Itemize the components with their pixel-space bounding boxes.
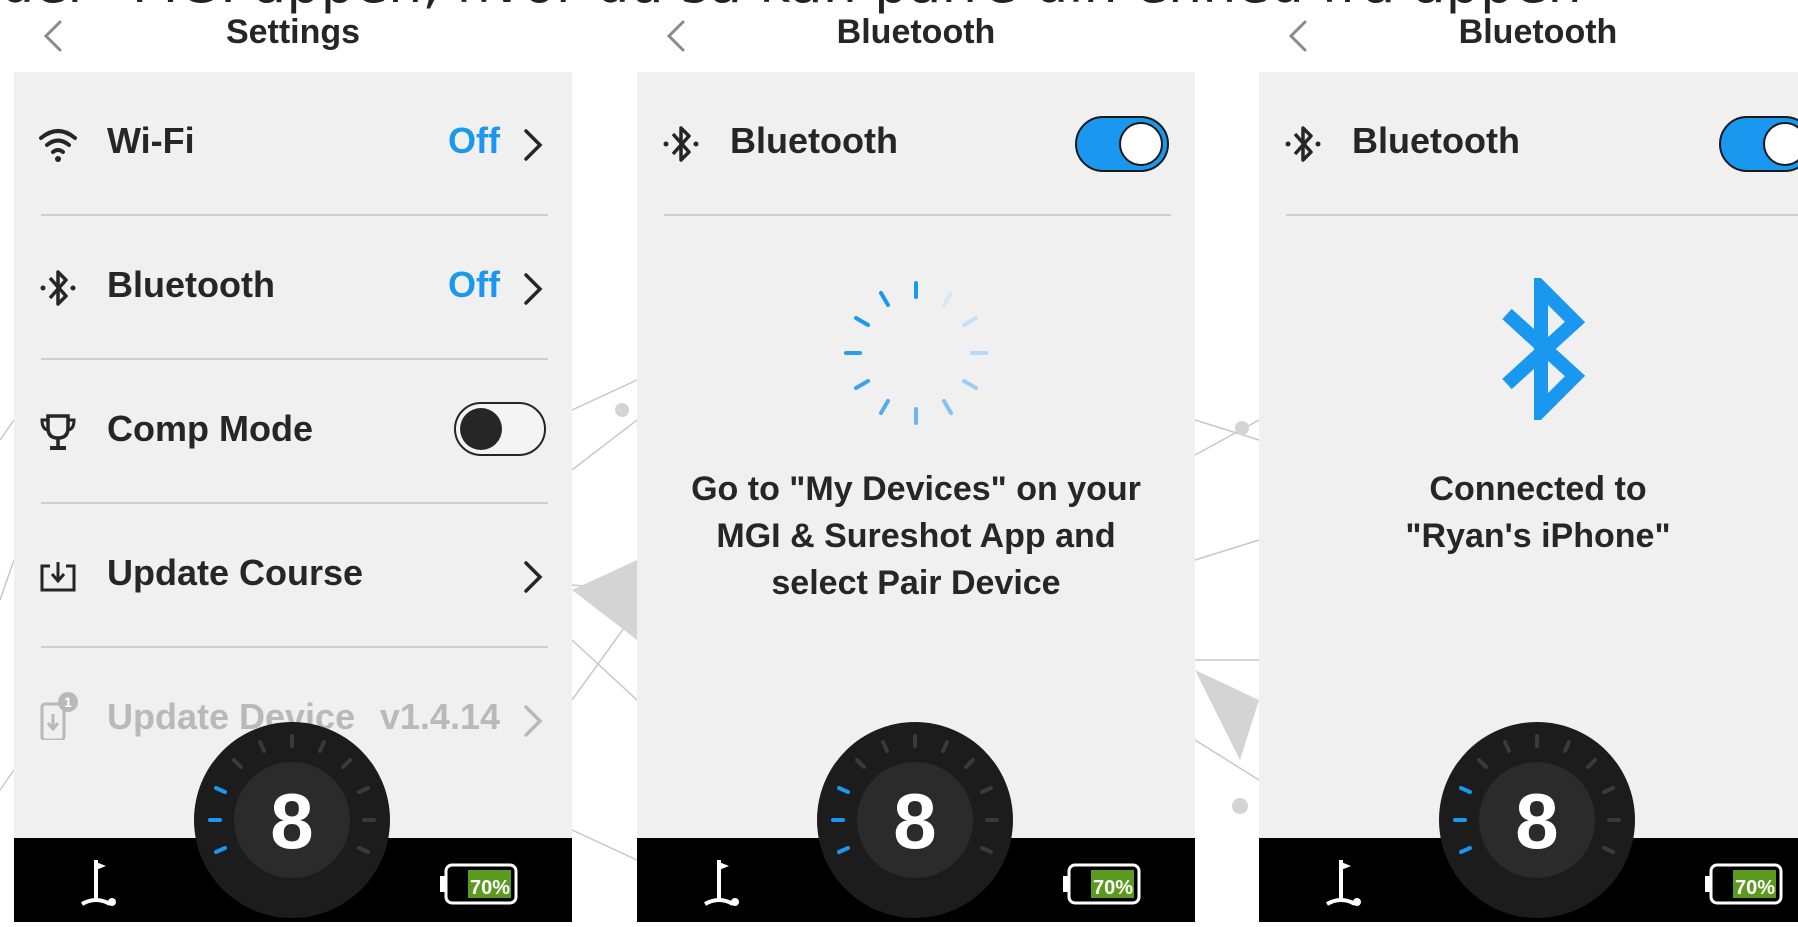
device-update-icon: 1 bbox=[40, 692, 78, 740]
settings-row-wifi[interactable]: Wi-Fi Off bbox=[14, 72, 572, 216]
chevron-right-icon bbox=[524, 273, 543, 305]
chevron-right-icon bbox=[524, 705, 543, 737]
message-line: Connected to bbox=[1429, 470, 1647, 508]
toggle-knob bbox=[1763, 122, 1798, 166]
message-line: MGI & Sureshot App and bbox=[716, 517, 1116, 555]
bluetooth-pairing-screen: Bluetooth Bluetooth Go to "My Devices" o… bbox=[637, 0, 1195, 922]
settings-row-comp-mode: Comp Mode bbox=[14, 360, 572, 504]
golf-flag-icon[interactable] bbox=[78, 856, 122, 912]
bluetooth-icon bbox=[663, 126, 699, 162]
download-icon bbox=[40, 562, 76, 592]
battery-level-text: 70% bbox=[469, 877, 511, 899]
bluetooth-icon bbox=[1285, 126, 1321, 162]
hole-dial[interactable]: 8 bbox=[194, 722, 390, 922]
header: Bluetooth bbox=[1259, 0, 1798, 70]
page-title: Bluetooth bbox=[836, 13, 996, 51]
page-title: Settings bbox=[225, 13, 361, 51]
wifi-icon bbox=[39, 129, 77, 162]
hole-number: 8 bbox=[1515, 777, 1559, 865]
bluetooth-status-value: Off bbox=[448, 264, 500, 305]
settings-row-bluetooth[interactable]: Bluetooth Off bbox=[14, 216, 572, 360]
wifi-status-value: Off bbox=[448, 120, 500, 161]
connected-device-name: "Ryan's iPhone" bbox=[1405, 517, 1671, 555]
bluetooth-icon bbox=[40, 270, 76, 306]
bluetooth-toggle-row: Bluetooth bbox=[1259, 72, 1798, 216]
message-line: select Pair Device bbox=[771, 564, 1061, 602]
hole-number: 8 bbox=[270, 777, 314, 865]
connection-status: Connected to "Ryan's iPhone" bbox=[1259, 466, 1798, 560]
bluetooth-toggle-label: Bluetooth bbox=[730, 120, 898, 161]
settings-row-label: Comp Mode bbox=[107, 408, 313, 449]
hole-number: 8 bbox=[893, 777, 937, 865]
settings-row-label: Update Course bbox=[107, 552, 364, 593]
comp-mode-toggle[interactable] bbox=[454, 402, 546, 456]
chevron-right-icon bbox=[524, 129, 543, 161]
header: Settings bbox=[14, 0, 572, 70]
battery-level-text: 70% bbox=[1092, 877, 1134, 899]
toggle-knob bbox=[460, 408, 502, 450]
settings-row-label: Bluetooth bbox=[107, 264, 275, 305]
battery-level-text: 70% bbox=[1734, 877, 1776, 899]
bluetooth-toggle-label: Bluetooth bbox=[1352, 120, 1520, 161]
header: Bluetooth bbox=[637, 0, 1195, 70]
message-line: Go to "My Devices" on your bbox=[691, 470, 1141, 508]
trophy-icon bbox=[40, 414, 76, 450]
settings-row-label: Wi-Fi bbox=[107, 120, 195, 161]
settings-screen: Settings Wi-Fi Off Bluetooth Off Comp Mo… bbox=[14, 0, 572, 922]
toggle-knob bbox=[1119, 122, 1163, 166]
bluetooth-connected-icon bbox=[1502, 278, 1586, 420]
hole-dial[interactable]: 8 bbox=[817, 722, 1013, 922]
device-version-value: v1.4.14 bbox=[379, 696, 500, 737]
bluetooth-toggle-row: Bluetooth bbox=[637, 72, 1195, 216]
golf-flag-icon[interactable] bbox=[701, 856, 745, 912]
bluetooth-connected-screen: Bluetooth Bluetooth Connected to "Ryan's… bbox=[1259, 0, 1798, 922]
hole-dial[interactable]: 8 bbox=[1439, 722, 1635, 922]
update-badge-count: 1 bbox=[64, 694, 72, 710]
divider bbox=[1286, 214, 1798, 216]
bluetooth-toggle[interactable] bbox=[1075, 116, 1169, 172]
loading-spinner-icon bbox=[844, 281, 988, 425]
page-title: Bluetooth bbox=[1458, 13, 1618, 51]
chevron-right-icon bbox=[524, 561, 543, 593]
settings-row-update-course[interactable]: Update Course bbox=[14, 504, 572, 648]
golf-flag-icon[interactable] bbox=[1323, 856, 1367, 912]
pairing-instructions: Go to "My Devices" on your MGI & Suresho… bbox=[637, 466, 1195, 607]
bluetooth-toggle[interactable] bbox=[1719, 116, 1798, 172]
divider bbox=[664, 214, 1171, 216]
